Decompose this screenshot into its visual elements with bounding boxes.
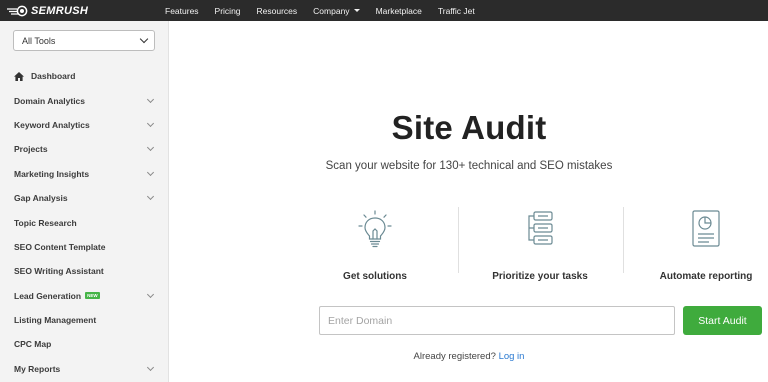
login-link[interactable]: Log in bbox=[499, 351, 525, 362]
nav-company-label: Company bbox=[313, 5, 350, 16]
sidebar-item-dashboard[interactable]: Dashboard bbox=[0, 64, 169, 88]
nav-features[interactable]: Features bbox=[165, 6, 199, 16]
feature-get-solutions: Get solutions bbox=[315, 209, 435, 282]
top-bar: semrush Features Pricing Resources Compa… bbox=[0, 0, 768, 21]
page-title: Site Audit bbox=[391, 109, 547, 146]
lightbulb-icon bbox=[358, 210, 392, 248]
sidebar-item-keyword-analytics[interactable]: Keyword Analytics bbox=[0, 113, 169, 137]
feature-divider bbox=[458, 207, 459, 273]
sidebar-item-listing-management[interactable]: Listing Management bbox=[0, 308, 169, 332]
semrush-logo[interactable]: semrush bbox=[6, 2, 88, 19]
sidebar-item-label: Topic Research bbox=[14, 217, 77, 228]
chevron-down-icon bbox=[146, 119, 155, 128]
sidebar-item-projects[interactable]: Projects bbox=[0, 137, 169, 161]
sidebar-item-label: My Reports bbox=[14, 363, 61, 374]
logo-text: semrush bbox=[31, 4, 89, 17]
sidebar-item-label: SEO Content Template bbox=[14, 241, 106, 252]
sidebar-item-label: Marketing Insights bbox=[14, 168, 90, 179]
feature-label: Prioritize your tasks bbox=[492, 271, 588, 282]
task-list-icon bbox=[528, 211, 553, 245]
chevron-down-icon bbox=[139, 34, 149, 44]
all-tools-select-value: All Tools bbox=[22, 35, 56, 46]
nav-traffic-jet[interactable]: Traffic Jet bbox=[438, 6, 475, 16]
main-content: Site Audit Scan your website for 130+ te… bbox=[170, 21, 768, 382]
sidebar-item-marketing-insights[interactable]: Marketing Insights bbox=[0, 162, 169, 186]
sidebar-item-seo-writing-assistant[interactable]: SEO Writing Assistant bbox=[0, 259, 169, 283]
sidebar-item-label: SEO Writing Assistant bbox=[14, 266, 104, 277]
feature-prioritize-tasks: Prioritize your tasks bbox=[480, 209, 600, 282]
sidebar-item-topic-research[interactable]: Topic Research bbox=[0, 210, 169, 234]
nav-pricing[interactable]: Pricing bbox=[215, 6, 241, 16]
domain-input[interactable] bbox=[319, 306, 675, 335]
sidebar-item-label: Lead Generation bbox=[14, 290, 82, 301]
home-icon bbox=[14, 71, 24, 81]
nav-pricing-label: Pricing bbox=[214, 5, 241, 16]
new-badge: new bbox=[85, 292, 100, 300]
sidebar-item-label: Dashboard bbox=[31, 71, 76, 82]
chevron-down-icon bbox=[146, 168, 155, 176]
top-nav: Features Pricing Resources Company Marke… bbox=[165, 0, 491, 21]
feature-automate-reporting: Automate reporting bbox=[646, 209, 766, 282]
sidebar-menu: Dashboard Domain Analytics Keyword Analy… bbox=[0, 64, 169, 381]
sidebar: All Tools Dashboard Domain Analytics Key… bbox=[0, 21, 169, 382]
sidebar-item-label: Projects bbox=[14, 144, 48, 155]
chevron-down-icon bbox=[146, 144, 155, 152]
chevron-down-icon bbox=[146, 95, 155, 103]
nav-traffic-jet-label: Traffic Jet bbox=[437, 5, 475, 16]
sidebar-item-lead-generation[interactable]: Lead Generation new bbox=[0, 284, 169, 308]
semrush-logo-icon bbox=[7, 5, 28, 16]
login-prompt: Already registered? Log in bbox=[170, 351, 768, 362]
feature-label: Automate reporting bbox=[659, 271, 753, 282]
sidebar-item-label: Keyword Analytics bbox=[14, 119, 90, 130]
sidebar-item-seo-content-template[interactable]: SEO Content Template bbox=[0, 235, 169, 259]
start-audit-button[interactable]: Start Audit bbox=[683, 306, 762, 335]
sidebar-item-label: CPC Map bbox=[14, 339, 52, 350]
sidebar-item-label: Listing Management bbox=[14, 315, 97, 326]
report-chart-icon bbox=[692, 210, 720, 247]
feature-divider bbox=[623, 207, 624, 273]
sidebar-item-domain-analytics[interactable]: Domain Analytics bbox=[0, 88, 169, 112]
page-subtitle: Scan your website for 130+ technical and… bbox=[325, 160, 613, 172]
nav-features-label: Features bbox=[165, 5, 199, 16]
sidebar-item-my-reports[interactable]: My Reports bbox=[0, 357, 169, 381]
sidebar-item-gap-analysis[interactable]: Gap Analysis bbox=[0, 186, 169, 210]
feature-label: Get solutions bbox=[343, 271, 407, 282]
login-prompt-text: Already registered? bbox=[413, 351, 496, 362]
sidebar-item-label: Gap Analysis bbox=[14, 193, 68, 204]
sidebar-item-label: Domain Analytics bbox=[14, 95, 86, 106]
nav-resources-label: Resources bbox=[256, 5, 298, 16]
chevron-down-icon bbox=[146, 193, 155, 201]
chevron-down-icon bbox=[146, 363, 155, 371]
sidebar-item-cpc-map[interactable]: CPC Map bbox=[0, 332, 169, 356]
caret-down-icon bbox=[353, 9, 360, 12]
nav-marketplace-label: Marketplace bbox=[375, 5, 422, 16]
nav-resources[interactable]: Resources bbox=[257, 6, 298, 16]
nav-marketplace[interactable]: Marketplace bbox=[376, 6, 422, 16]
nav-company[interactable]: Company bbox=[313, 5, 360, 16]
all-tools-select[interactable]: All Tools bbox=[13, 30, 155, 51]
chevron-down-icon bbox=[146, 290, 155, 298]
